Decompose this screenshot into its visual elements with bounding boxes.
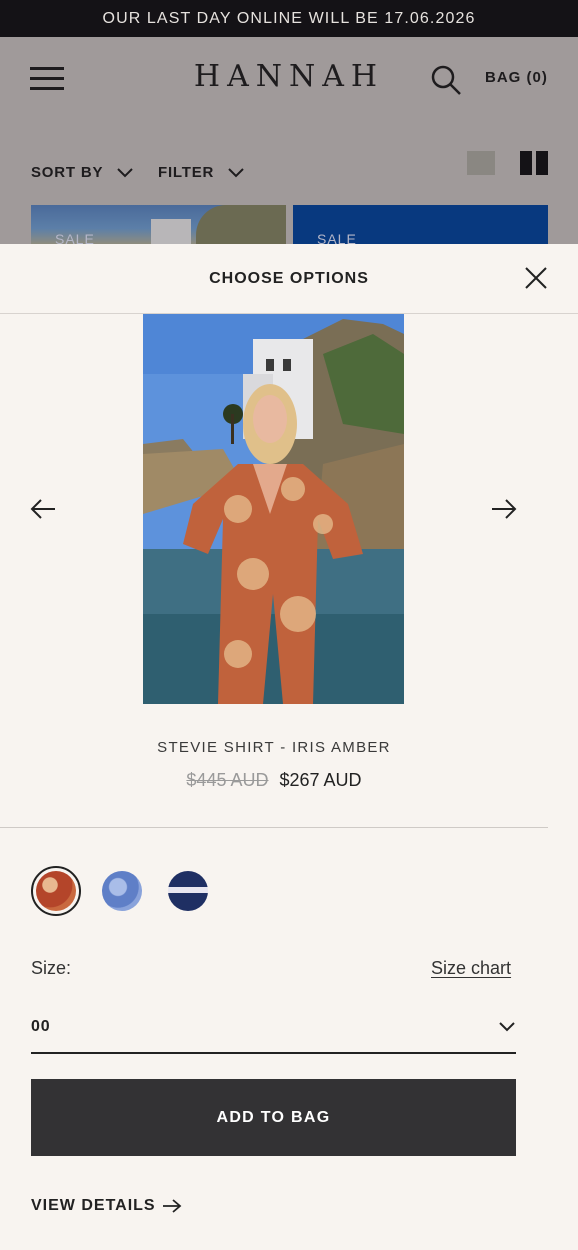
color-swatch-blue-print[interactable] <box>97 866 147 916</box>
sale-tag: SALE <box>317 231 357 244</box>
chevron-down-icon <box>117 167 133 177</box>
announcement-bar: OUR LAST DAY ONLINE WILL BE 17.06.2026 <box>0 0 578 37</box>
product-card[interactable]: SALE <box>293 205 548 244</box>
announcement-text: OUR LAST DAY ONLINE WILL BE 17.06.2026 <box>102 9 476 27</box>
arrow-right-icon <box>162 1199 181 1213</box>
filter-label: FILTER <box>158 164 215 181</box>
original-price: $445 AUD <box>186 770 269 790</box>
grid-view-single-icon[interactable] <box>467 151 495 175</box>
size-chart-link[interactable]: Size chart <box>431 958 511 979</box>
view-details-link[interactable]: VIEW DETAILS <box>31 1197 182 1215</box>
choose-options-modal: CHOOSE OPTIONS STEVIE SHIRT - IRIS AMBER… <box>0 244 578 1250</box>
grid-view-double-icon[interactable] <box>520 151 548 175</box>
size-label: Size: <box>31 958 72 978</box>
site-header: HANNAH BAG (0) <box>0 37 578 121</box>
modal-title: CHOOSE OPTIONS <box>209 270 369 287</box>
chevron-down-icon <box>228 167 244 177</box>
sale-price: $267 AUD <box>279 770 362 790</box>
sort-by-label: SORT BY <box>31 164 104 181</box>
close-icon[interactable] <box>525 267 547 289</box>
sort-by-button[interactable]: SORT BY <box>31 164 133 181</box>
color-swatch-navy-print[interactable] <box>163 866 213 916</box>
dimmed-page-background[interactable]: HANNAH BAG (0) SORT BY FILTER SALE SALE <box>0 37 578 244</box>
chevron-down-icon <box>499 1022 515 1032</box>
search-icon[interactable] <box>430 64 462 96</box>
arrow-right-icon[interactable] <box>490 495 518 523</box>
product-image[interactable] <box>143 314 404 704</box>
color-swatch-iris-amber[interactable] <box>31 866 81 916</box>
product-name: STEVIE SHIRT - IRIS AMBER <box>157 739 391 756</box>
price-row: $445 AUD $267 AUD <box>0 770 548 791</box>
product-card[interactable]: SALE <box>31 205 286 244</box>
divider <box>0 827 548 828</box>
view-details-label: VIEW DETAILS <box>31 1197 156 1214</box>
filter-button[interactable]: FILTER <box>158 164 244 181</box>
size-selected-value: 00 <box>31 1018 51 1035</box>
bag-link[interactable]: BAG (0) <box>485 69 548 86</box>
sale-tag: SALE <box>55 231 95 244</box>
arrow-left-icon[interactable] <box>29 495 57 523</box>
size-select[interactable]: 00 <box>31 1004 516 1054</box>
add-to-bag-button[interactable]: ADD TO BAG <box>31 1079 516 1156</box>
